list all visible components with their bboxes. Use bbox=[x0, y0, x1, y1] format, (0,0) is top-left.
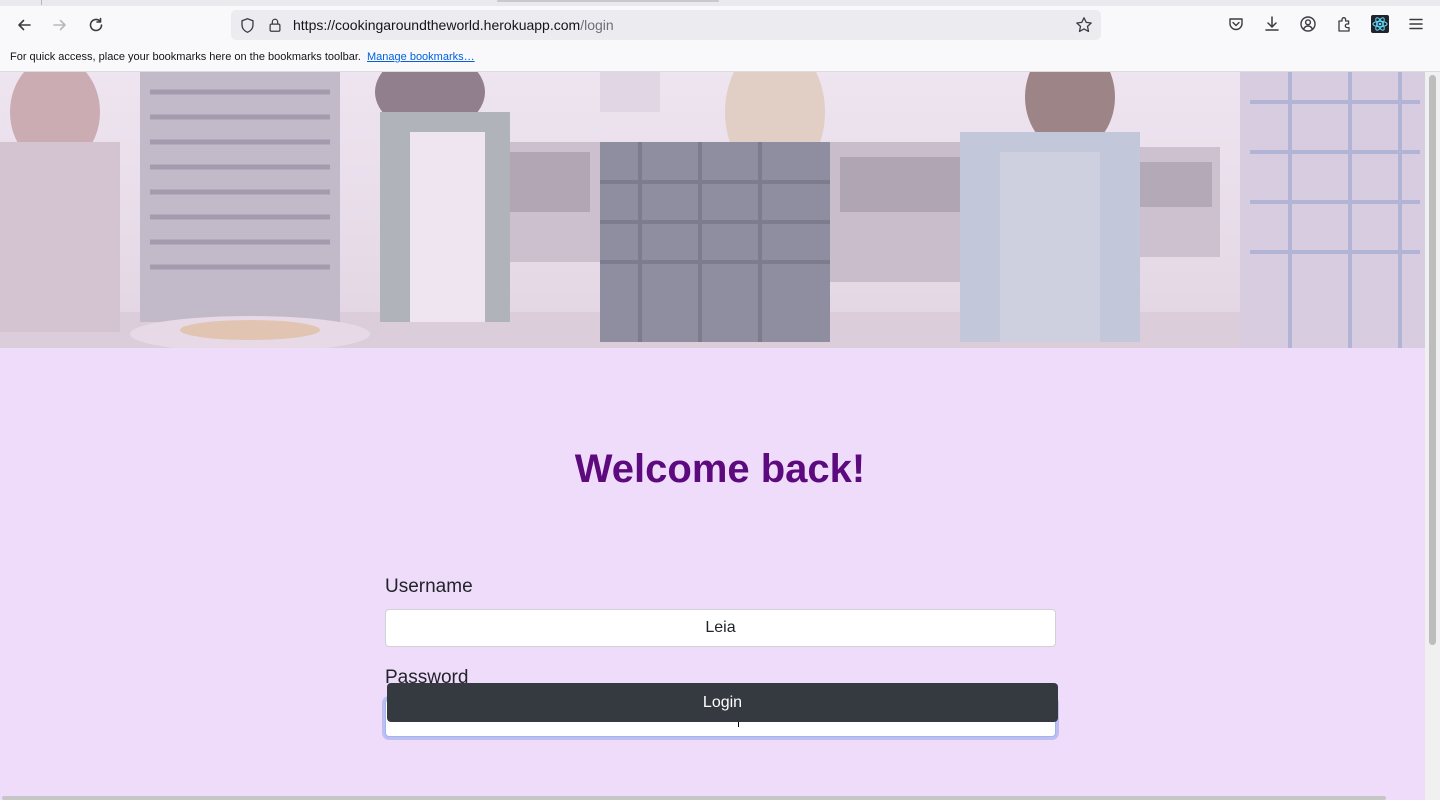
username-label: Username bbox=[385, 576, 473, 597]
downloads-button[interactable] bbox=[1259, 11, 1285, 37]
url-text[interactable]: https://cookingaroundtheworld.herokuapp.… bbox=[293, 17, 614, 33]
reload-button[interactable] bbox=[83, 12, 109, 38]
reload-icon bbox=[89, 17, 103, 32]
tab-strip bbox=[0, 0, 1440, 6]
login-button[interactable]: Login bbox=[387, 683, 1058, 722]
extensions-icon bbox=[1338, 17, 1350, 32]
star-icon[interactable] bbox=[1075, 16, 1093, 34]
back-button[interactable] bbox=[11, 12, 37, 38]
lock-icon[interactable] bbox=[266, 16, 284, 34]
hamburger-menu-icon bbox=[1409, 18, 1423, 30]
download-icon bbox=[1265, 16, 1279, 31]
forward-button[interactable] bbox=[47, 12, 73, 38]
tab-separator bbox=[41, 0, 42, 5]
pocket-icon bbox=[1229, 18, 1243, 31]
account-button[interactable] bbox=[1295, 11, 1321, 37]
pocket-button[interactable] bbox=[1223, 11, 1249, 37]
react-icon bbox=[1371, 15, 1389, 33]
url-host: https://cookingaroundtheworld.herokuapp.… bbox=[293, 17, 581, 33]
username-value: Leia bbox=[705, 619, 736, 636]
username-input[interactable]: Leia bbox=[385, 609, 1056, 647]
react-devtools-button[interactable] bbox=[1367, 11, 1393, 37]
bookmarks-hint: For quick access, place your bookmarks h… bbox=[10, 51, 361, 63]
arrow-right-icon bbox=[53, 19, 66, 31]
page-title: Welcome back! bbox=[574, 447, 866, 491]
manage-bookmarks-link[interactable]: Manage bookmarks… bbox=[367, 51, 475, 63]
kitchen-photo bbox=[0, 72, 1425, 348]
bookmarks-message: For quick access, place your bookmarks h… bbox=[10, 51, 475, 63]
extensions-button[interactable] bbox=[1331, 11, 1357, 37]
bookmarks-toolbar: For quick access, place your bookmarks h… bbox=[0, 48, 1440, 72]
vertical-scrollbar-thumb[interactable] bbox=[1429, 75, 1436, 645]
shield-icon[interactable] bbox=[238, 16, 256, 34]
tab-drag-indicator bbox=[497, 0, 719, 2]
horizontal-scrollbar-thumb[interactable] bbox=[2, 796, 1386, 800]
hero-image bbox=[0, 72, 1425, 348]
app-menu-button[interactable] bbox=[1403, 11, 1429, 37]
arrow-left-icon bbox=[18, 19, 31, 31]
address-bar[interactable]: https://cookingaroundtheworld.herokuapp.… bbox=[231, 10, 1101, 40]
account-icon bbox=[1300, 16, 1316, 32]
url-path: /login bbox=[580, 17, 614, 33]
browser-toolbar: https://cookingaroundtheworld.herokuapp.… bbox=[0, 0, 1440, 48]
